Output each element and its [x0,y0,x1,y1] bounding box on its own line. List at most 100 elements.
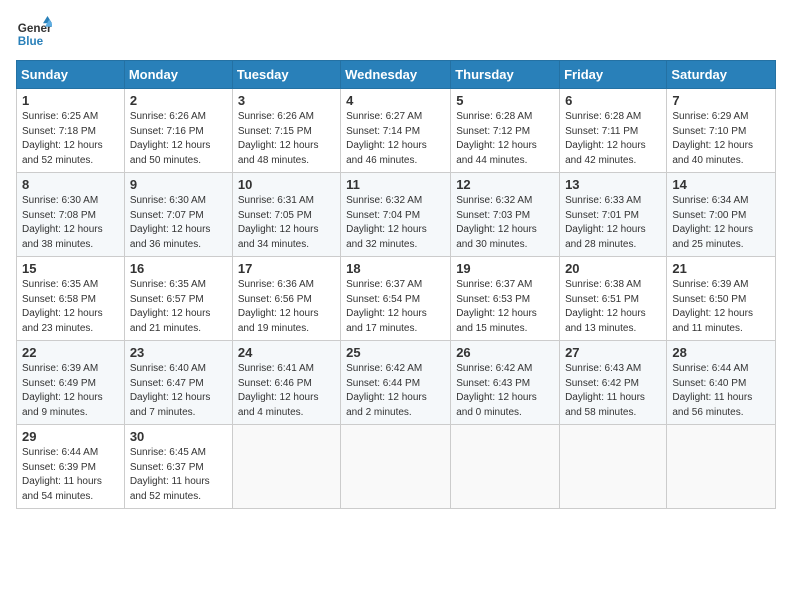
day-info: Sunrise: 6:39 AM Sunset: 6:49 PM Dayligh… [22,362,119,420]
calendar-week-row: 1 Sunrise: 6:25 AM Sunset: 7:18 PM Daylig… [17,89,776,173]
day-info: Sunrise: 6:36 AM Sunset: 6:56 PM Dayligh… [238,278,335,336]
day-info: Sunrise: 6:34 AM Sunset: 7:00 PM Dayligh… [672,194,770,252]
day-number: 1 [22,93,119,108]
day-number: 24 [238,345,335,360]
day-number: 10 [238,177,335,192]
calendar-cell: 22 Sunrise: 6:39 AM Sunset: 6:49 PM Dayli… [17,341,125,425]
col-header-tuesday: Tuesday [232,61,340,89]
col-header-wednesday: Wednesday [341,61,451,89]
calendar-cell: 28 Sunrise: 6:44 AM Sunset: 6:40 PM Dayli… [667,341,776,425]
calendar-cell: 8Sunrise: 6:30 AM Sunset: 7:08 PM Daylig… [17,173,125,257]
day-number: 13 [565,177,661,192]
calendar-cell: 13 Sunrise: 6:33 AM Sunset: 7:01 PM Dayli… [560,173,667,257]
calendar-cell: 20 Sunrise: 6:38 AM Sunset: 6:51 PM Dayli… [560,257,667,341]
day-info: Sunrise: 6:37 AM Sunset: 6:54 PM Dayligh… [346,278,445,336]
day-info: Sunrise: 6:41 AM Sunset: 6:46 PM Dayligh… [238,362,335,420]
day-number: 27 [565,345,661,360]
day-info: Sunrise: 6:26 AM Sunset: 7:15 PM Dayligh… [238,110,335,168]
calendar-week-row: 15 Sunrise: 6:35 AM Sunset: 6:58 PM Dayli… [17,257,776,341]
calendar-cell: 4 Sunrise: 6:27 AM Sunset: 7:14 PM Daylig… [341,89,451,173]
day-number: 28 [672,345,770,360]
calendar-table: SundayMondayTuesdayWednesdayThursdayFrid… [16,60,776,509]
day-info: Sunrise: 6:27 AM Sunset: 7:14 PM Dayligh… [346,110,445,168]
day-info: Sunrise: 6:25 AM Sunset: 7:18 PM Dayligh… [22,110,119,168]
col-header-sunday: Sunday [17,61,125,89]
calendar-cell: 9 Sunrise: 6:30 AM Sunset: 7:07 PM Daylig… [124,173,232,257]
day-number: 4 [346,93,445,108]
calendar-cell: 10 Sunrise: 6:31 AM Sunset: 7:05 PM Dayli… [232,173,340,257]
day-info: Sunrise: 6:35 AM Sunset: 6:58 PM Dayligh… [22,278,119,336]
day-number: 25 [346,345,445,360]
day-info: Sunrise: 6:37 AM Sunset: 6:53 PM Dayligh… [456,278,554,336]
day-info: Sunrise: 6:30 AM Sunset: 7:08 PM Dayligh… [22,194,119,252]
calendar-cell: 15 Sunrise: 6:35 AM Sunset: 6:58 PM Dayli… [17,257,125,341]
svg-text:Blue: Blue [18,35,44,48]
day-info: Sunrise: 6:33 AM Sunset: 7:01 PM Dayligh… [565,194,661,252]
day-info: Sunrise: 6:35 AM Sunset: 6:57 PM Dayligh… [130,278,227,336]
calendar-cell: 2Sunrise: 6:26 AM Sunset: 7:16 PM Daylig… [124,89,232,173]
day-number: 22 [22,345,119,360]
calendar-cell: 12 Sunrise: 6:32 AM Sunset: 7:03 PM Dayli… [451,173,560,257]
calendar-cell [667,425,776,509]
col-header-saturday: Saturday [667,61,776,89]
calendar-cell: 11Sunrise: 6:32 AM Sunset: 7:04 PM Dayli… [341,173,451,257]
day-number: 9 [130,177,227,192]
day-number: 29 [22,429,119,444]
day-number: 6 [565,93,661,108]
day-number: 17 [238,261,335,276]
day-info: Sunrise: 6:32 AM Sunset: 7:03 PM Dayligh… [456,194,554,252]
day-number: 26 [456,345,554,360]
day-info: Sunrise: 6:42 AM Sunset: 6:44 PM Dayligh… [346,362,445,420]
calendar-week-row: 29 Sunrise: 6:44 AM Sunset: 6:39 PM Dayli… [17,425,776,509]
day-number: 14 [672,177,770,192]
calendar-header-row: SundayMondayTuesdayWednesdayThursdayFrid… [17,61,776,89]
day-info: Sunrise: 6:31 AM Sunset: 7:05 PM Dayligh… [238,194,335,252]
day-info: Sunrise: 6:45 AM Sunset: 6:37 PM Dayligh… [130,446,227,504]
day-info: Sunrise: 6:44 AM Sunset: 6:39 PM Dayligh… [22,446,119,504]
day-number: 7 [672,93,770,108]
day-number: 23 [130,345,227,360]
day-number: 5 [456,93,554,108]
day-number: 12 [456,177,554,192]
calendar-cell: 7Sunrise: 6:29 AM Sunset: 7:10 PM Daylig… [667,89,776,173]
calendar-cell: 5 Sunrise: 6:28 AM Sunset: 7:12 PM Daylig… [451,89,560,173]
day-number: 16 [130,261,227,276]
day-info: Sunrise: 6:30 AM Sunset: 7:07 PM Dayligh… [130,194,227,252]
day-number: 15 [22,261,119,276]
calendar-cell: 19 Sunrise: 6:37 AM Sunset: 6:53 PM Dayli… [451,257,560,341]
calendar-cell [451,425,560,509]
day-info: Sunrise: 6:28 AM Sunset: 7:11 PM Dayligh… [565,110,661,168]
day-number: 21 [672,261,770,276]
day-info: Sunrise: 6:44 AM Sunset: 6:40 PM Dayligh… [672,362,770,420]
calendar-cell: 26 Sunrise: 6:42 AM Sunset: 6:43 PM Dayli… [451,341,560,425]
calendar-cell: 21 Sunrise: 6:39 AM Sunset: 6:50 PM Dayli… [667,257,776,341]
calendar-cell: 18 Sunrise: 6:37 AM Sunset: 6:54 PM Dayli… [341,257,451,341]
col-header-thursday: Thursday [451,61,560,89]
day-info: Sunrise: 6:43 AM Sunset: 6:42 PM Dayligh… [565,362,661,420]
calendar-week-row: 8Sunrise: 6:30 AM Sunset: 7:08 PM Daylig… [17,173,776,257]
calendar-cell: 23 Sunrise: 6:40 AM Sunset: 6:47 PM Dayli… [124,341,232,425]
day-info: Sunrise: 6:39 AM Sunset: 6:50 PM Dayligh… [672,278,770,336]
calendar-cell: 30 Sunrise: 6:45 AM Sunset: 6:37 PM Dayli… [124,425,232,509]
calendar-cell: 27 Sunrise: 6:43 AM Sunset: 6:42 PM Dayli… [560,341,667,425]
day-info: Sunrise: 6:32 AM Sunset: 7:04 PM Dayligh… [346,194,445,252]
calendar-cell: 29 Sunrise: 6:44 AM Sunset: 6:39 PM Dayli… [17,425,125,509]
day-info: Sunrise: 6:42 AM Sunset: 6:43 PM Dayligh… [456,362,554,420]
calendar-cell: 25 Sunrise: 6:42 AM Sunset: 6:44 PM Dayli… [341,341,451,425]
calendar-cell [341,425,451,509]
day-info: Sunrise: 6:38 AM Sunset: 6:51 PM Dayligh… [565,278,661,336]
day-number: 19 [456,261,554,276]
day-number: 30 [130,429,227,444]
day-number: 2 [130,93,227,108]
page-header: General Blue [16,16,776,52]
day-info: Sunrise: 6:28 AM Sunset: 7:12 PM Dayligh… [456,110,554,168]
day-number: 18 [346,261,445,276]
calendar-cell: 6 Sunrise: 6:28 AM Sunset: 7:11 PM Daylig… [560,89,667,173]
calendar-cell: 3 Sunrise: 6:26 AM Sunset: 7:15 PM Daylig… [232,89,340,173]
calendar-cell: 16 Sunrise: 6:35 AM Sunset: 6:57 PM Dayli… [124,257,232,341]
day-number: 20 [565,261,661,276]
calendar-cell: 17 Sunrise: 6:36 AM Sunset: 6:56 PM Dayli… [232,257,340,341]
logo: General Blue [16,16,56,52]
day-info: Sunrise: 6:40 AM Sunset: 6:47 PM Dayligh… [130,362,227,420]
day-number: 3 [238,93,335,108]
